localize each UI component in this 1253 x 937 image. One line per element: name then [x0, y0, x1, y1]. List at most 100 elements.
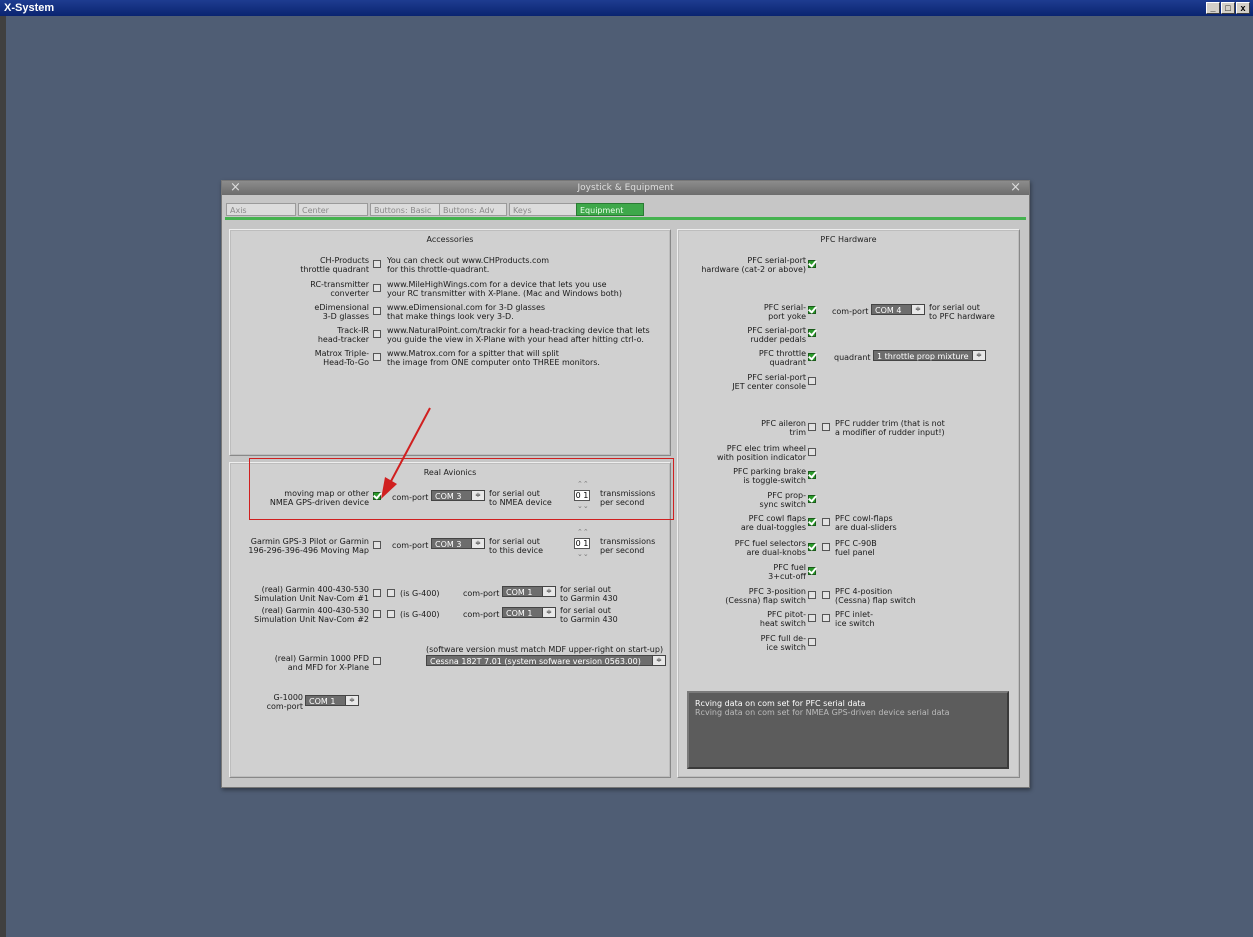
pfc-rudder-checkbox[interactable] — [808, 329, 816, 337]
pfc-elec-trim-checkbox[interactable] — [808, 448, 816, 456]
pfc-cowl-toggles-label: PFC cowl flaps are dual-toggles — [740, 514, 806, 532]
accessories-title: Accessories — [426, 235, 474, 244]
pfc-aileron-checkbox[interactable] — [808, 423, 816, 431]
g1000-comport-dropdown[interactable]: COM 1 ≑ — [305, 695, 359, 706]
pfc-deice-checkbox[interactable] — [808, 638, 816, 646]
pfc-elec-trim-label: PFC elec trim wheel with position indicat… — [717, 444, 806, 462]
rc-transmitter-checkbox[interactable] — [373, 284, 381, 292]
status-log: Rcving data on com set for PFC serial da… — [687, 691, 1009, 769]
tab-buttons-adv[interactable]: Buttons: Adv — [439, 203, 507, 216]
edimensional-checkbox[interactable] — [373, 307, 381, 315]
g1000-comport-value: COM 1 — [309, 697, 336, 706]
dropdown-arrow-icon: ≑ — [345, 696, 358, 705]
g430-1-checkbox[interactable] — [373, 589, 381, 597]
g430-2-g400-label: (is G-400) — [400, 610, 440, 619]
pfc-yoke-comport-value: COM 4 — [875, 306, 902, 315]
tab-keys[interactable]: Keys — [509, 203, 577, 216]
g430-2-serial-label: for serial out to Garmin 430 — [560, 606, 618, 624]
matrox-checkbox[interactable] — [373, 353, 381, 361]
pfc-c90b-checkbox[interactable] — [822, 543, 830, 551]
pfc-flap3-checkbox[interactable] — [808, 591, 816, 599]
garmin-gps-label: Garmin GPS-3 Pilot or Garmin 196-296-396-… — [248, 537, 369, 555]
left-edge-strip — [0, 16, 6, 937]
track-ir-desc: www.NaturalPoint.com/trackir for a head-… — [387, 326, 650, 344]
dialog-titlebar: × Joystick & Equipment × — [222, 181, 1029, 195]
pfc-aileron-label: PFC aileron trim — [761, 419, 806, 437]
pfc-flap4-label: PFC 4-position (Cessna) flap switch — [835, 587, 916, 605]
tab-center[interactable]: Center — [298, 203, 368, 216]
pfc-fuel-cut-checkbox[interactable] — [808, 567, 816, 575]
pfc-throttle-checkbox[interactable] — [808, 353, 816, 361]
ch-products-desc: You can check out www.CHProducts.com for … — [387, 256, 550, 274]
g430-2-g400-checkbox[interactable] — [387, 610, 395, 618]
pfc-fuel-cut-label: PFC fuel 3+cut-off — [768, 563, 806, 581]
garmin-gps-rate-up-icon[interactable]: ⌃⌃ — [577, 529, 589, 536]
garmin-gps-rate-field[interactable]: 0 1 — [574, 538, 590, 549]
g1000-version-note: (software version must match MDF upper-r… — [426, 645, 664, 654]
track-ir-checkbox[interactable] — [373, 330, 381, 338]
dialog-close-left-icon[interactable]: × — [230, 181, 241, 195]
pfc-fuel-sel-label: PFC fuel selectors are dual-knobs — [734, 539, 806, 557]
pfc-cowl-toggles-checkbox[interactable] — [808, 518, 816, 526]
garmin-gps-checkbox[interactable] — [373, 541, 381, 549]
pfc-cowl-sliders-checkbox[interactable] — [822, 518, 830, 526]
dialog-title: Joystick & Equipment — [577, 183, 674, 193]
window-controls: _ □ x — [1206, 2, 1250, 14]
g1000-comport-label: G-1000 com-port — [266, 693, 303, 711]
pfc-title: PFC Hardware — [820, 235, 877, 244]
g430-1-comport-value: COM 1 — [506, 588, 533, 597]
track-ir-label: Track-IR head-tracker — [317, 326, 369, 344]
garmin-gps-rate-down-icon[interactable]: ⌄⌄ — [577, 551, 589, 558]
tab-axis[interactable]: Axis — [226, 203, 296, 216]
g1000-label: (real) Garmin 1000 PFD and MFD for X-Plan… — [274, 654, 369, 672]
g430-1-g400-checkbox[interactable] — [387, 589, 395, 597]
g1000-checkbox[interactable] — [373, 657, 381, 665]
tab-buttons-basic[interactable]: Buttons: Basic — [370, 203, 440, 216]
g430-2-comport-value: COM 1 — [506, 609, 533, 618]
tab-bar: Axis Center Buttons: Basic Buttons: Adv … — [226, 203, 1024, 217]
pfc-serial-hw-checkbox[interactable] — [808, 260, 816, 268]
dropdown-arrow-icon: ≑ — [542, 608, 555, 617]
pfc-parking-label: PFC parking brake is toggle-switch — [733, 467, 806, 485]
highlight-box — [249, 458, 674, 520]
pfc-rudder-trim-label: PFC rudder trim (that is not a modifier o… — [835, 419, 945, 437]
g1000-version-dropdown[interactable]: Cessna 182T 7.01 (system sofware version… — [426, 655, 666, 666]
g430-2-label: (real) Garmin 400-430-530 Simulation Unit… — [254, 606, 369, 624]
edimensional-label: eDimensional 3-D glasses — [314, 303, 369, 321]
ch-products-checkbox[interactable] — [373, 260, 381, 268]
dialog-close-right-icon[interactable]: × — [1010, 181, 1021, 195]
pfc-jet-checkbox[interactable] — [808, 377, 816, 385]
tab-equipment[interactable]: Equipment — [576, 203, 644, 216]
pfc-parking-checkbox[interactable] — [808, 471, 816, 479]
dropdown-arrow-icon: ≑ — [542, 587, 555, 596]
pfc-fuel-sel-checkbox[interactable] — [808, 543, 816, 551]
rc-transmitter-desc: www.MileHighWings.com for a device that … — [387, 280, 622, 298]
window-title: X-System — [4, 2, 55, 14]
dropdown-arrow-icon: ≑ — [972, 351, 985, 360]
window-titlebar: X-System _ □ x — [0, 0, 1253, 16]
g430-2-comport-dropdown[interactable]: COM 1 ≑ — [502, 607, 556, 618]
annotation-arrow-icon — [381, 407, 431, 499]
garmin-gps-comport-dropdown[interactable]: COM 3 ≑ — [431, 538, 485, 549]
pfc-yoke-comport-dropdown[interactable]: COM 4 ≑ — [871, 304, 925, 315]
pfc-rudder-label: PFC serial-port rudder pedals — [747, 326, 806, 344]
pfc-yoke-comport-label: com-port — [832, 307, 869, 316]
pfc-yoke-checkbox[interactable] — [808, 306, 816, 314]
minimize-button[interactable]: _ — [1206, 2, 1220, 14]
pfc-inlet-checkbox[interactable] — [822, 614, 830, 622]
pfc-flap4-checkbox[interactable] — [822, 591, 830, 599]
pfc-quadrant-dropdown[interactable]: 1 throttle prop mixture ≑ — [873, 350, 986, 361]
pfc-prop-sync-checkbox[interactable] — [808, 495, 816, 503]
pfc-pitot-checkbox[interactable] — [808, 614, 816, 622]
garmin-gps-rate-label: transmissions per second — [600, 537, 656, 555]
g430-1-comport-dropdown[interactable]: COM 1 ≑ — [502, 586, 556, 597]
g1000-version-value: Cessna 182T 7.01 (system sofware version… — [430, 657, 641, 666]
g430-2-checkbox[interactable] — [373, 610, 381, 618]
maximize-button[interactable]: □ — [1221, 2, 1235, 14]
pfc-quadrant-value: 1 throttle prop mixture — [877, 352, 969, 361]
g430-1-comport-label: com-port — [463, 589, 500, 598]
g430-1-label: (real) Garmin 400-430-530 Simulation Unit… — [254, 585, 369, 603]
close-button[interactable]: x — [1236, 2, 1250, 14]
matrox-label: Matrox Triple- Head-To-Go — [314, 349, 369, 367]
pfc-rudder-trim-checkbox[interactable] — [822, 423, 830, 431]
